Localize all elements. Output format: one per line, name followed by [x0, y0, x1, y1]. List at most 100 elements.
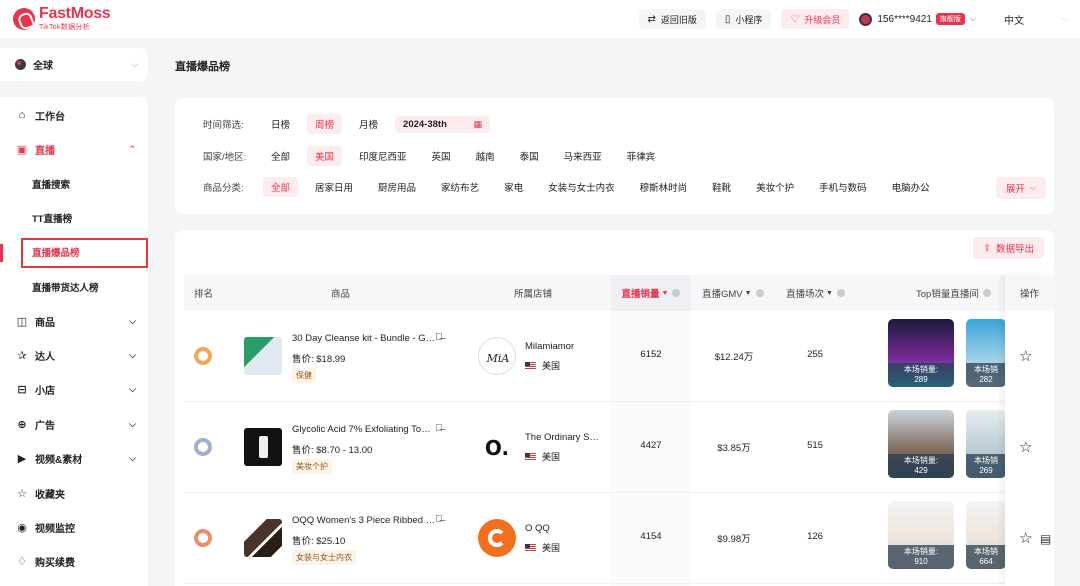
translate-icon[interactable]: 文̶	[435, 423, 443, 434]
export-button[interactable]: ⇪ 数据导出	[973, 237, 1044, 259]
us-flag-icon	[525, 362, 536, 369]
header-rank: 排名	[194, 289, 214, 300]
shop-logo[interactable]: O.	[478, 428, 516, 466]
translate-icon[interactable]: 文̶	[435, 332, 443, 343]
week-date-picker[interactable]: 2024-38th ▦	[395, 115, 491, 133]
product-image[interactable]	[244, 519, 282, 557]
chevron-down-icon: ⌵	[129, 452, 136, 463]
top-live-thumbnail[interactable]: 本场销 664	[966, 501, 1006, 569]
time-option-day[interactable]: 日榜	[263, 114, 298, 134]
shop-logo-swirl	[488, 529, 506, 547]
upgrade-button[interactable]: ♡ 升级会员	[781, 9, 850, 29]
shop-country: 美国	[525, 359, 560, 372]
sales-value: 6152	[640, 349, 662, 360]
sales-value: 4154	[640, 531, 662, 542]
translate-icon[interactable]: 文̶	[435, 514, 443, 525]
user-menu[interactable]: 156****9421 旗舰版 ⌵	[859, 12, 976, 26]
region-option-vn[interactable]: 越南	[468, 146, 503, 166]
category-option[interactable]: 女装与女士内衣	[540, 177, 623, 197]
top-live-thumbnail[interactable]: 本场销 269	[966, 410, 1006, 478]
category-option[interactable]: 家电	[496, 177, 531, 197]
expand-categories-button[interactable]: 展开 ⌵	[995, 177, 1046, 199]
category-option[interactable]: 美妆个护	[748, 177, 802, 197]
sidebar-item-influencers[interactable]: ✰ 达人 ⌵	[0, 343, 148, 367]
region-option-uk[interactable]: 英国	[424, 146, 459, 166]
back-old-version-button[interactable]: ⇄ 返回旧版	[638, 9, 706, 29]
shop-icon: ⊟	[17, 383, 27, 396]
region-option-us[interactable]: 美国	[307, 146, 343, 166]
sidebar: ⌂ 工作台 ▣ 直播 ⌃ 直播搜索 TT直播榜 直播爆品榜 直播带货达人榜 ◫ 商品 …	[0, 97, 148, 586]
shop-name[interactable]: The Ordinary S…	[525, 432, 603, 443]
header-ops: 操作	[1005, 275, 1054, 311]
region-option-ph[interactable]: 菲律宾	[619, 146, 664, 166]
sort-desc-icon: ▼	[661, 289, 669, 297]
product-name[interactable]: Glycolic Acid 7% Exfoliating To…	[292, 424, 442, 435]
category-option[interactable]: 手机与数码	[811, 177, 875, 197]
category-option[interactable]: 穆斯林时尚	[632, 177, 696, 197]
top-live-thumbnail[interactable]: 本场销量: 289	[888, 319, 954, 387]
sidebar-item-tt-live-rank[interactable]: TT直播榜	[0, 205, 148, 231]
sidebar-item-purchase[interactable]: ♢ 购买续费	[0, 549, 148, 573]
sidebar-item-ads[interactable]: ⊕ 广告 ⌵	[0, 412, 148, 436]
header-sessions-sort[interactable]: 直播场次 ▼	[786, 275, 845, 311]
category-option[interactable]: 居家日用	[307, 177, 361, 197]
table-row[interactable]: Glycolic Acid 7% Exfoliating To… 文̶ 售价: …	[184, 402, 1045, 493]
sidebar-item-shops[interactable]: ⊟ 小店 ⌵	[0, 377, 148, 401]
favorite-star-icon[interactable]: ☆	[1019, 347, 1032, 365]
product-name[interactable]: OQQ Women's 3 Piece Ribbed …	[292, 515, 442, 526]
sidebar-item-video-monitor[interactable]: ◉ 视频监控	[0, 515, 148, 539]
time-option-month[interactable]: 月榜	[351, 114, 386, 134]
time-option-week[interactable]: 周榜	[307, 114, 343, 134]
chevron-down-icon: ⌵	[1061, 14, 1068, 23]
header-sales-sort[interactable]: 直播销量 ▼	[611, 275, 691, 311]
category-option[interactable]: 厨房用品	[370, 177, 424, 197]
sort-icon: ▼	[826, 289, 833, 297]
sidebar-item-products[interactable]: ◫ 商品 ⌵	[0, 309, 148, 333]
plan-badge: 旗舰版	[935, 13, 965, 25]
filter-panel: 时间筛选: 日榜 周榜 月榜 2024-38th ▦ 国家/地区: 全部 美国 …	[175, 98, 1054, 214]
info-icon	[755, 289, 764, 297]
shop-name[interactable]: O QQ	[525, 523, 603, 534]
favorite-star-icon[interactable]: ☆	[1019, 529, 1032, 547]
info-icon	[836, 289, 845, 297]
shop-name[interactable]: Milamiamor	[525, 341, 603, 352]
region-option-all[interactable]: 全部	[263, 146, 298, 166]
sidebar-item-video-material[interactable]: ▶ 视频&素材 ⌵	[0, 446, 148, 470]
top-live-thumbnail[interactable]: 本场销量: 910	[888, 501, 954, 569]
favorite-star-icon[interactable]: ☆	[1019, 438, 1032, 456]
top-live-thumbnail[interactable]: 本场销量: 429	[888, 410, 954, 478]
sessions-value: 126	[807, 531, 823, 542]
sidebar-item-live[interactable]: ▣ 直播 ⌃	[0, 137, 148, 161]
top-live-thumbnail[interactable]: 本场销 282	[966, 319, 1006, 387]
region-option-th[interactable]: 泰国	[512, 146, 547, 166]
product-image[interactable]	[244, 428, 282, 466]
table-row[interactable]: 30 Day Cleanse kit - Bundle - G… 文̶ 售价: …	[184, 311, 1045, 402]
product-name[interactable]: 30 Day Cleanse kit - Bundle - G…	[292, 333, 442, 344]
document-float-icon[interactable]: ▤	[1040, 532, 1056, 548]
table-row[interactable]: OQQ Women's 3 Piece Ribbed … 文̶ 售价: $25.…	[184, 493, 1045, 584]
video-icon: ▶	[17, 452, 27, 465]
sales-value: 4427	[640, 440, 662, 451]
shop-logo[interactable]: MiA	[478, 337, 516, 375]
region-select[interactable]: 全球 ⌵	[0, 48, 148, 81]
category-option[interactable]: 鞋靴	[704, 177, 739, 197]
sidebar-item-workbench[interactable]: ⌂ 工作台	[0, 103, 148, 127]
sidebar-item-favorites[interactable]: ☆ 收藏夹	[0, 481, 148, 505]
export-icon: ⇪	[983, 242, 991, 254]
miniapp-button[interactable]: ▯ 小程序	[715, 9, 772, 29]
region-option-id[interactable]: 印度尼西亚	[351, 146, 415, 166]
chevron-down-icon: ⌵	[969, 14, 976, 23]
sidebar-item-live-influencer-rank[interactable]: 直播带货达人榜	[0, 274, 148, 300]
header-gmv-sort[interactable]: 直播GMV ▼	[702, 275, 764, 311]
category-option[interactable]: 家纺布艺	[433, 177, 487, 197]
shop-logo[interactable]	[478, 519, 516, 557]
product-image[interactable]	[244, 337, 282, 375]
category-option-all[interactable]: 全部	[263, 177, 299, 197]
logo[interactable]: FastMoss TikTok数据分析	[13, 6, 111, 31]
category-option[interactable]: 电脑办公	[884, 177, 938, 197]
sessions-value: 255	[807, 349, 823, 360]
language-select[interactable]: 中文 ⌵	[998, 8, 1074, 30]
category-tag: 女装与女士内衣	[292, 550, 356, 565]
region-option-my[interactable]: 马来西亚	[556, 146, 610, 166]
sidebar-item-live-search[interactable]: 直播搜索	[0, 171, 148, 197]
